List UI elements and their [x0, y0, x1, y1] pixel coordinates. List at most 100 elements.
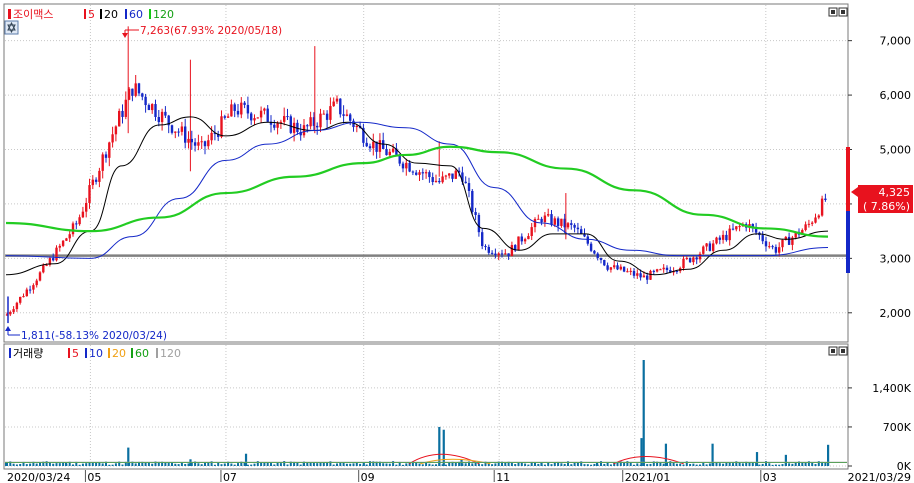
- candle-down: [428, 172, 431, 178]
- volume-bar: [114, 463, 117, 466]
- candle-up: [629, 270, 632, 272]
- candle-up: [388, 151, 391, 156]
- volume-panel: [3, 343, 849, 470]
- candle-up: [355, 125, 358, 128]
- volume-bar: [435, 464, 437, 466]
- candle-down: [385, 149, 388, 156]
- candle-up: [553, 218, 556, 225]
- current-price-box: 4,325 ( 7.86%): [858, 185, 913, 213]
- volume-bar: [332, 464, 335, 466]
- volume-bar: [246, 464, 249, 466]
- candle-up: [372, 141, 375, 149]
- volume-bar: [537, 463, 540, 466]
- candle-up: [220, 116, 223, 137]
- candle-down: [725, 234, 728, 241]
- volume-bar: [200, 464, 203, 466]
- candle-down: [550, 214, 553, 225]
- candle-up: [702, 246, 705, 254]
- volume-bar: [732, 463, 734, 466]
- volume-bar: [322, 462, 325, 466]
- volume-bar: [715, 462, 718, 466]
- volume-bar: [233, 464, 236, 466]
- candle-down: [246, 104, 250, 114]
- volume-bar: [672, 462, 675, 466]
- candle-up: [424, 172, 428, 174]
- candle-down: [233, 104, 236, 111]
- volume-bar: [553, 462, 556, 466]
- volume-bar: [270, 463, 272, 466]
- high-note: 7,263(67.93% 2020/05/18): [140, 25, 282, 37]
- settings-icon[interactable]: [4, 20, 19, 35]
- volume-bar-peak: [595, 462, 599, 466]
- candle-down: [147, 105, 151, 111]
- candle-up: [649, 270, 652, 280]
- candle-up: [497, 253, 500, 256]
- volume-bar-peak: [362, 462, 365, 466]
- volume-bar: [431, 464, 434, 466]
- volume-bar: [55, 463, 58, 466]
- volume-bar: [609, 464, 612, 466]
- candle-up: [22, 296, 25, 298]
- candle-up: [530, 227, 533, 237]
- price-tick-label: 6,000: [880, 89, 912, 102]
- volume-bar: [405, 463, 408, 466]
- volume-bar: [108, 464, 111, 466]
- volume-bar: [649, 463, 652, 466]
- candle-down: [576, 227, 580, 230]
- candle-up: [114, 126, 118, 135]
- volume-bar: [25, 464, 28, 466]
- candle-down: [570, 223, 573, 225]
- candle-down: [718, 237, 721, 240]
- candle-down: [540, 218, 543, 223]
- x-axis-label: 05: [87, 471, 101, 483]
- candle-down: [520, 236, 523, 242]
- candle-down: [365, 142, 368, 147]
- volume-bar: [494, 463, 497, 466]
- volume-bar: [705, 464, 708, 466]
- candle-down: [606, 265, 609, 270]
- candle-up: [345, 114, 349, 116]
- volume-bar: [342, 462, 345, 466]
- volume-bar: [250, 464, 253, 466]
- volume-bar-peak: [642, 360, 645, 466]
- candle-up: [626, 271, 629, 273]
- candle-up: [434, 180, 438, 183]
- candle-up: [329, 106, 332, 120]
- volume-bar: [101, 463, 104, 466]
- candle-up: [256, 117, 259, 119]
- candle-down: [556, 218, 560, 226]
- candle-up: [332, 101, 335, 107]
- candle-up: [335, 98, 339, 102]
- volume-bar: [718, 463, 721, 466]
- legend-ma20: 20: [104, 8, 118, 21]
- candle-up: [276, 123, 279, 128]
- x-axis-label: 2020/03/24: [7, 471, 70, 483]
- candle-down: [487, 246, 490, 253]
- volume-bar: [758, 464, 761, 466]
- volume-bar: [689, 464, 692, 466]
- candle-up: [42, 265, 45, 273]
- candle-up: [259, 110, 263, 118]
- candle-up: [692, 257, 695, 263]
- volume-bar: [514, 464, 517, 466]
- volume-bar: [804, 462, 807, 466]
- volume-bar: [88, 462, 91, 466]
- candle-up: [160, 111, 164, 123]
- volume-bar: [111, 464, 114, 466]
- volume-bar: [174, 463, 177, 466]
- volume-bar: [692, 463, 695, 466]
- candle-down: [75, 223, 78, 225]
- volume-bar: [722, 463, 725, 466]
- volume-bar: [616, 462, 619, 466]
- volume-bar: [29, 463, 32, 466]
- current-price: 4,325: [879, 186, 911, 199]
- candle-up: [151, 104, 154, 111]
- candle-up: [207, 140, 210, 147]
- volume-bar: [177, 464, 180, 466]
- candle-up: [655, 269, 659, 272]
- volume-bar: [35, 463, 38, 466]
- candle-up: [721, 234, 725, 240]
- candle-up: [134, 83, 137, 96]
- candle-up: [778, 247, 781, 253]
- candle-down: [306, 125, 309, 127]
